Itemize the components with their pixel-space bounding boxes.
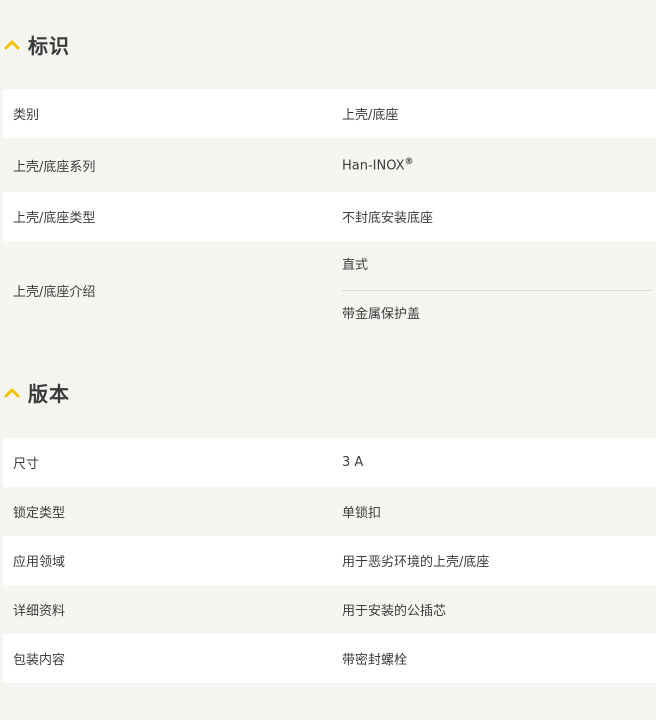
table-row: 应用领域 用于恶劣环境的上壳/底座	[3, 536, 656, 585]
row-label: 上壳/底座系列	[13, 159, 96, 175]
row-label: 应用领域	[13, 555, 66, 570]
row-label: 类别	[13, 108, 40, 123]
row-label: 锁定类型	[13, 506, 66, 521]
section-title: 标识	[28, 34, 70, 58]
row-value: 上壳/底座	[342, 108, 399, 123]
row-label: 上壳/底座介绍	[13, 284, 96, 300]
row-label: 尺寸	[13, 457, 40, 472]
section-title: 版本	[28, 382, 70, 406]
row-value: 直式	[342, 257, 369, 273]
row-value: Han-INOX®	[332, 157, 656, 173]
row-label: 包装内容	[13, 653, 66, 668]
version-table: 尺寸 3 A 锁定类型 单锁扣 应用领域 用于恶劣环境的上壳/底座 详细资料 用…	[3, 438, 656, 683]
row-value: 带密封螺栓	[342, 653, 408, 668]
table-row: 上壳/底座系列 Han-INOX®	[3, 138, 656, 192]
row-value: 用于安装的公插芯	[342, 604, 447, 619]
row-label: 上壳/底座类型	[13, 211, 96, 226]
chevron-up-icon[interactable]	[4, 38, 20, 50]
table-row: 锁定类型 单锁扣	[3, 487, 656, 536]
table-row: 详细资料 用于安装的公插芯	[3, 585, 656, 634]
table-row: 包装内容 带密封螺栓	[3, 634, 656, 683]
table-row: 上壳/底座介绍 直式 带金属保护盖	[3, 241, 656, 339]
row-value: 3 A	[342, 455, 364, 470]
chevron-up-icon[interactable]	[4, 386, 20, 398]
series-value: Han-INOX	[342, 158, 405, 174]
table-row: 类别 上壳/底座	[3, 89, 656, 138]
table-row: 尺寸 3 A	[3, 438, 656, 487]
row-value: 用于恶劣环境的上壳/底座	[342, 555, 490, 570]
registered-mark: ®	[404, 156, 414, 167]
row-label: 详细资料	[13, 604, 66, 619]
row-value: 单锁扣	[342, 506, 382, 521]
table-row: 上壳/底座类型 不封底安装底座	[3, 192, 656, 241]
row-value-list: 直式 带金属保护盖	[332, 242, 656, 339]
row-value: 不封底安装底座	[342, 211, 434, 226]
identification-table: 类别 上壳/底座 上壳/底座系列 Han-INOX® 上壳/底座类型 不封底安装…	[3, 89, 656, 339]
row-value: 带金属保护盖	[342, 306, 421, 322]
section-header-version[interactable]: 版本	[0, 380, 656, 408]
section-header-identification[interactable]: 标识	[0, 32, 656, 60]
